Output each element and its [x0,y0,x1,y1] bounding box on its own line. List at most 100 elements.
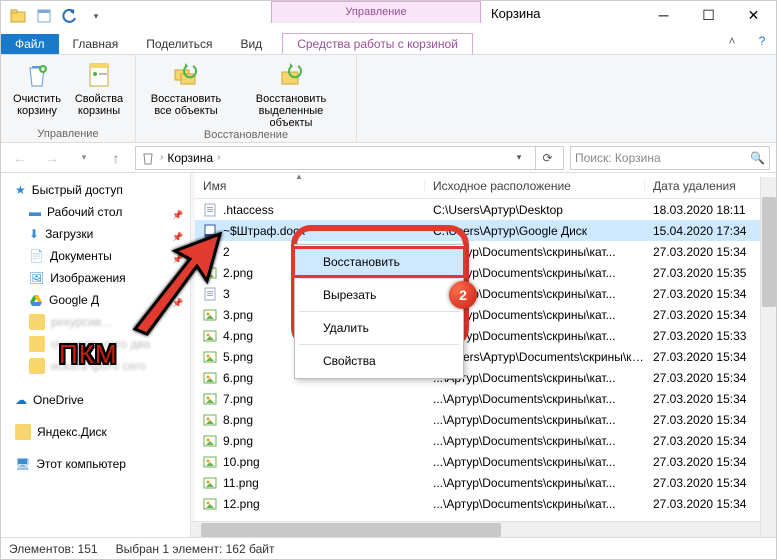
empty-bin-label: Очистить корзину [11,93,63,117]
sidebar-onedrive-label: OneDrive [33,393,84,407]
file-icon [203,203,217,217]
table-row[interactable]: 4.png...\Артур\Documents\скрины\кат...27… [195,325,776,346]
scrollbar-thumb[interactable] [201,523,501,537]
sidebar-onedrive[interactable]: ☁OneDrive [1,389,190,411]
status-count: Элементов: 151 [9,542,98,556]
column-name[interactable]: Имя [195,179,425,193]
sidebar-thispc[interactable]: 🖥Этот компьютер [1,453,190,475]
vertical-scrollbar[interactable] [760,177,776,537]
column-location[interactable]: Исходное расположение [425,179,645,193]
context-restore[interactable]: Восстановить [295,249,463,275]
sidebar-yadisk[interactable]: Яндекс.Диск [1,421,190,443]
restore-all-label: Восстановить все объекты [146,93,226,117]
sidebar-gdrive[interactable]: Google Д [1,289,190,311]
context-props[interactable]: Свойства [295,348,463,374]
back-button[interactable]: ← [7,145,33,171]
horizontal-scrollbar[interactable] [191,521,760,537]
table-row[interactable]: 2...\Артур\Documents\скрины\кат...27.03.… [195,241,776,262]
table-row[interactable]: 6.png...\Артур\Documents\скрины\кат...27… [195,367,776,388]
search-box[interactable]: Поиск: Корзина 🔍 [570,146,770,170]
address-bar[interactable]: › Корзина › ▾ ⟳ [135,146,564,170]
close-button[interactable]: ✕ [731,1,776,29]
bin-props-button[interactable]: Свойства корзины [73,59,125,117]
breadcrumb-location[interactable]: Корзина [167,151,213,165]
cell-date: 27.03.2020 15:34 [645,434,776,448]
minimize-button[interactable]: ─ [641,1,686,29]
pin-icon [172,251,182,261]
folder-icon[interactable] [7,5,29,27]
table-row[interactable]: ~$Штраф.docxC:\Users\Артур\Google Диск15… [195,220,776,241]
sidebar-desktop[interactable]: ▬Рабочий стол [1,201,190,223]
file-name: 2 [223,245,230,259]
column-date[interactable]: Дата удаления [645,179,776,193]
tab-recycle-tools[interactable]: Средства работы с корзиной [282,33,473,54]
quick-access-label: Быстрый доступ [32,183,123,197]
sidebar-documents[interactable]: 📄Документы [1,245,190,267]
empty-bin-button[interactable]: Очистить корзину [11,59,63,117]
file-icon [203,350,217,364]
file-name: 12.png [223,497,260,511]
qat-dropdown-icon[interactable]: ▾ [85,5,107,27]
recycle-props-icon [83,59,115,91]
scrollbar-thumb[interactable] [762,197,776,307]
maximize-button[interactable]: ☐ [686,1,731,29]
table-row[interactable]: 8.png...\Артур\Documents\скрины\кат...27… [195,409,776,430]
undo-icon[interactable] [59,5,81,27]
tab-view[interactable]: Вид [226,34,276,54]
file-icon [203,413,217,427]
search-icon[interactable]: 🔍 [750,151,765,165]
pictures-icon: 🖼 [29,271,44,285]
table-row[interactable]: 12.png...\Артур\Documents\скрины\кат...2… [195,493,776,514]
cell-date: 18.03.2020 18:11 [645,203,776,217]
context-delete[interactable]: Удалить [295,315,463,341]
cell-name: 8.png [195,413,425,427]
sidebar-downloads[interactable]: ⬇Загрузки [1,223,190,245]
cell-name: 9.png [195,434,425,448]
file-icon [203,497,217,511]
table-row[interactable]: .htaccessC:\Users\Артур\Desktop18.03.202… [195,199,776,220]
file-name: 10.png [223,455,260,469]
up-button[interactable]: ↑ [103,145,129,171]
restore-selected-button[interactable]: Восстановить выделенные объекты [236,59,346,129]
cell-name: 11.png [195,476,425,490]
annotation-step-badge: 2 [449,281,477,309]
file-icon [203,476,217,490]
cell-date: 27.03.2020 15:34 [645,392,776,406]
properties-icon[interactable] [33,5,55,27]
title-bar: ▾ Управление Корзина ─ ☐ ✕ [1,1,776,31]
table-row[interactable]: 7.png...\Артур\Documents\скрины\кат...27… [195,388,776,409]
table-row[interactable]: 10.png...\Артур\Documents\скрины\кат...2… [195,451,776,472]
context-cut[interactable]: Вырезать [295,282,463,308]
sidebar-folder-blurred[interactable]: рекурсив... [1,311,190,333]
forward-button[interactable]: → [39,145,65,171]
table-row[interactable]: 11.png...\Артур\Documents\скрины\кат...2… [195,472,776,493]
restore-all-button[interactable]: Восстановить все объекты [146,59,226,129]
refresh-button[interactable]: ⟳ [535,147,559,169]
cell-location: ...\Артур\Documents\скрины\кат... [425,413,645,427]
history-dropdown[interactable]: ▾ [507,147,531,169]
table-row[interactable]: 3.png...\Артур\Documents\скрины\кат...27… [195,304,776,325]
restore-selected-label: Восстановить выделенные объекты [236,93,346,129]
cell-location: ...\Артур\Documents\скрины\кат... [425,497,645,511]
sidebar-pictures[interactable]: 🖼Изображения [1,267,190,289]
file-list[interactable]: .htaccessC:\Users\Артур\Desktop18.03.202… [195,199,776,537]
recent-dropdown[interactable]: ▾ [71,145,97,171]
ribbon-group-manage-title: Управление [37,128,98,140]
table-row[interactable]: 5.pngC:\Users\Артур\Documents\скрины\кат… [195,346,776,367]
sidebar-gdrive-label: Google Д [49,293,99,307]
table-row[interactable]: 2.png...\Артур\Documents\скрины\кат...27… [195,262,776,283]
tab-home[interactable]: Главная [59,34,133,54]
tab-share[interactable]: Поделиться [132,34,226,54]
tab-file[interactable]: Файл [1,34,59,54]
file-icon [203,308,217,322]
table-row[interactable]: 9.png...\Артур\Documents\скрины\кат...27… [195,430,776,451]
cell-date: 27.03.2020 15:34 [645,245,776,259]
help-icon[interactable]: ? [752,31,772,51]
ribbon-toggle-icon[interactable]: ˄ [722,31,742,51]
breadcrumb-sep2[interactable]: › [217,152,220,163]
cell-location: ...\Артур\Documents\скрины\кат... [425,434,645,448]
ribbon-group-restore: Восстановить все объекты Восстановить вы… [136,55,357,142]
table-row[interactable]: 3...\Артур\Documents\скрины\кат...27.03.… [195,283,776,304]
sidebar-quick-access[interactable]: ★Быстрый доступ [1,179,190,201]
cell-location: C:\Users\Артур\Desktop [425,203,645,217]
